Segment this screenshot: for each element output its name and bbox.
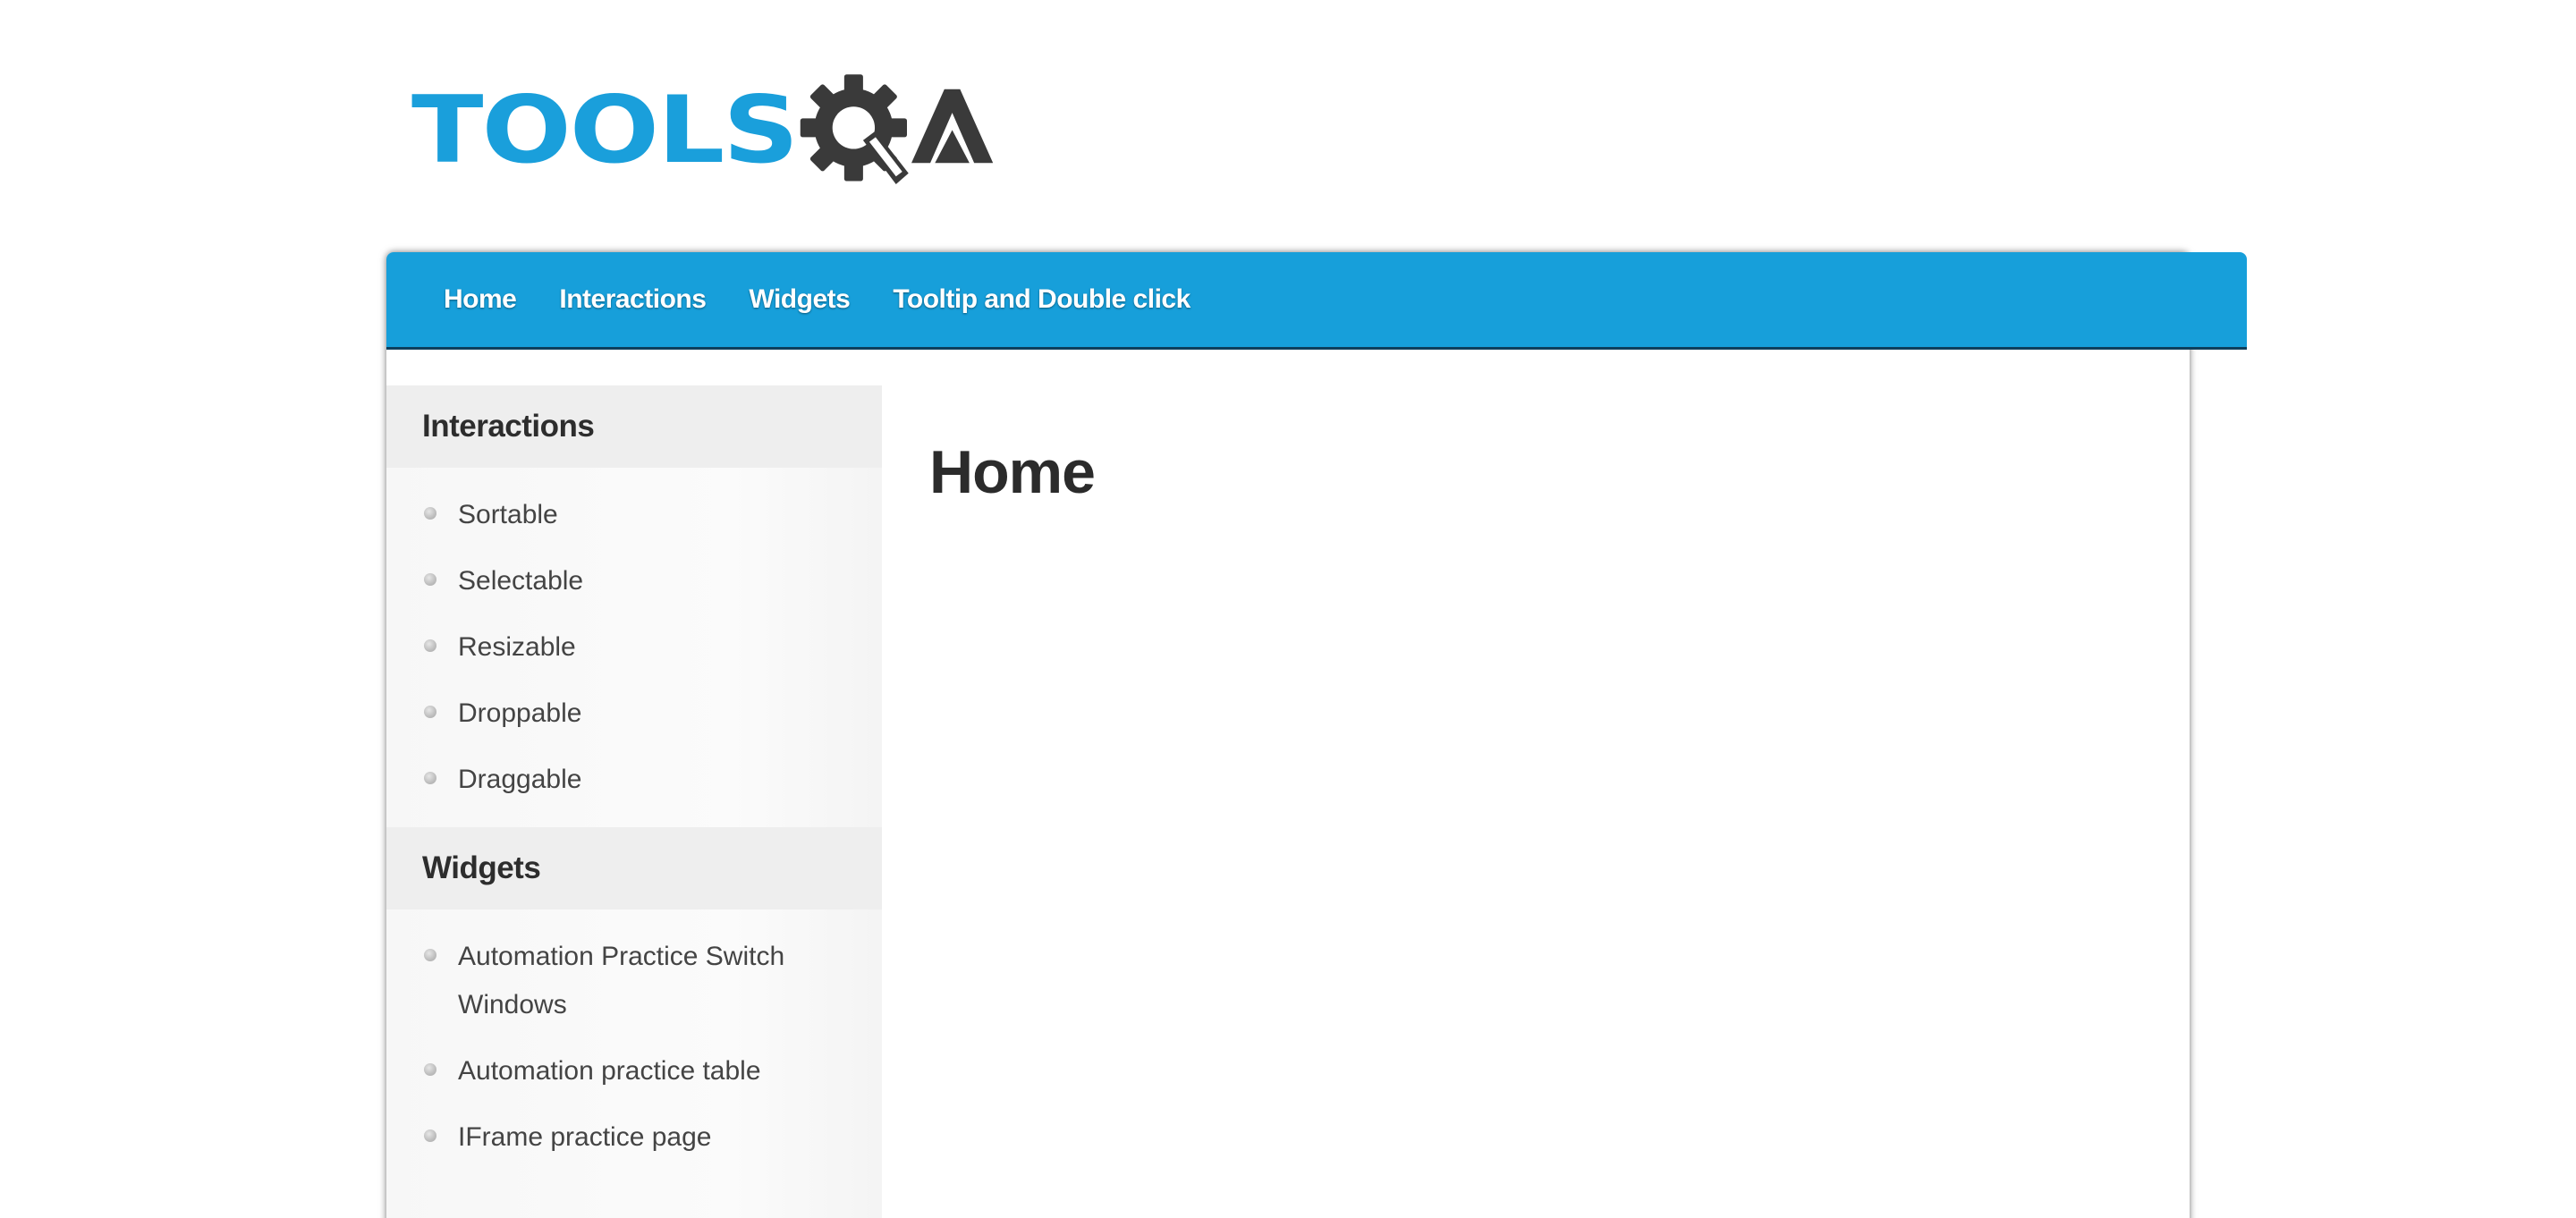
nav-item-tooltip-double-click[interactable]: Tooltip and Double click xyxy=(893,284,1191,315)
logo-letter-a xyxy=(911,89,993,164)
bullet-icon xyxy=(424,772,436,784)
sidebar-item-label: Resizable xyxy=(458,632,576,662)
sidebar-item-label: Selectable xyxy=(458,566,584,596)
bullet-icon xyxy=(424,573,436,586)
sidebar-item-label: Draggable xyxy=(458,765,582,794)
nav-item-home[interactable]: Home xyxy=(444,284,517,315)
sidebar-heading-interactions: Interactions xyxy=(386,385,882,468)
sidebar-item-selectable[interactable]: Selectable xyxy=(386,557,882,605)
bullet-icon xyxy=(424,639,436,652)
sidebar-item-label: Automation Practice Switch Windows xyxy=(458,942,785,1019)
page: TOOLS Home Interactions Widgets Tooltip … xyxy=(0,0,2576,1218)
sidebar-item-resizable[interactable]: Resizable xyxy=(386,623,882,672)
bullet-icon xyxy=(424,1063,436,1076)
sidebar-item-label: IFrame practice page xyxy=(458,1122,712,1152)
sidebar-list-widgets: Automation Practice Switch Windows Autom… xyxy=(386,909,882,1185)
sidebar-list-interactions: Sortable Selectable Resizable Droppable … xyxy=(386,468,882,827)
gear-magnifier-icon xyxy=(801,74,910,184)
page-title: Home xyxy=(929,438,1096,506)
bullet-icon xyxy=(424,949,436,961)
sidebar-item-label: Automation practice table xyxy=(458,1056,761,1086)
sidebar-item-switch-windows[interactable]: Automation Practice Switch Windows xyxy=(386,933,882,1029)
sidebar-item-label: Sortable xyxy=(458,500,558,529)
main-container: Home Interactions Widgets Tooltip and Do… xyxy=(386,252,2247,1218)
sidebar-heading-widgets: Widgets xyxy=(386,827,882,909)
sidebar: Interactions Sortable Selectable Resizab… xyxy=(386,385,882,1218)
sidebar-item-practice-table[interactable]: Automation practice table xyxy=(386,1047,882,1095)
sidebar-item-droppable[interactable]: Droppable xyxy=(386,689,882,738)
bullet-icon xyxy=(424,1129,436,1142)
sidebar-item-sortable[interactable]: Sortable xyxy=(386,491,882,539)
nav-item-widgets[interactable]: Widgets xyxy=(749,284,850,315)
sidebar-item-draggable[interactable]: Draggable xyxy=(386,756,882,804)
sidebar-item-iframe-practice[interactable]: IFrame practice page xyxy=(386,1113,882,1162)
sidebar-item-label: Droppable xyxy=(458,698,582,728)
bullet-icon xyxy=(424,507,436,520)
toolsqa-logo[interactable]: TOOLS xyxy=(411,63,993,197)
bullet-icon xyxy=(424,706,436,718)
top-navigation: Home Interactions Widgets Tooltip and Do… xyxy=(386,252,2247,350)
nav-item-interactions[interactable]: Interactions xyxy=(559,284,707,315)
logo-text-tools: TOOLS xyxy=(411,75,799,184)
